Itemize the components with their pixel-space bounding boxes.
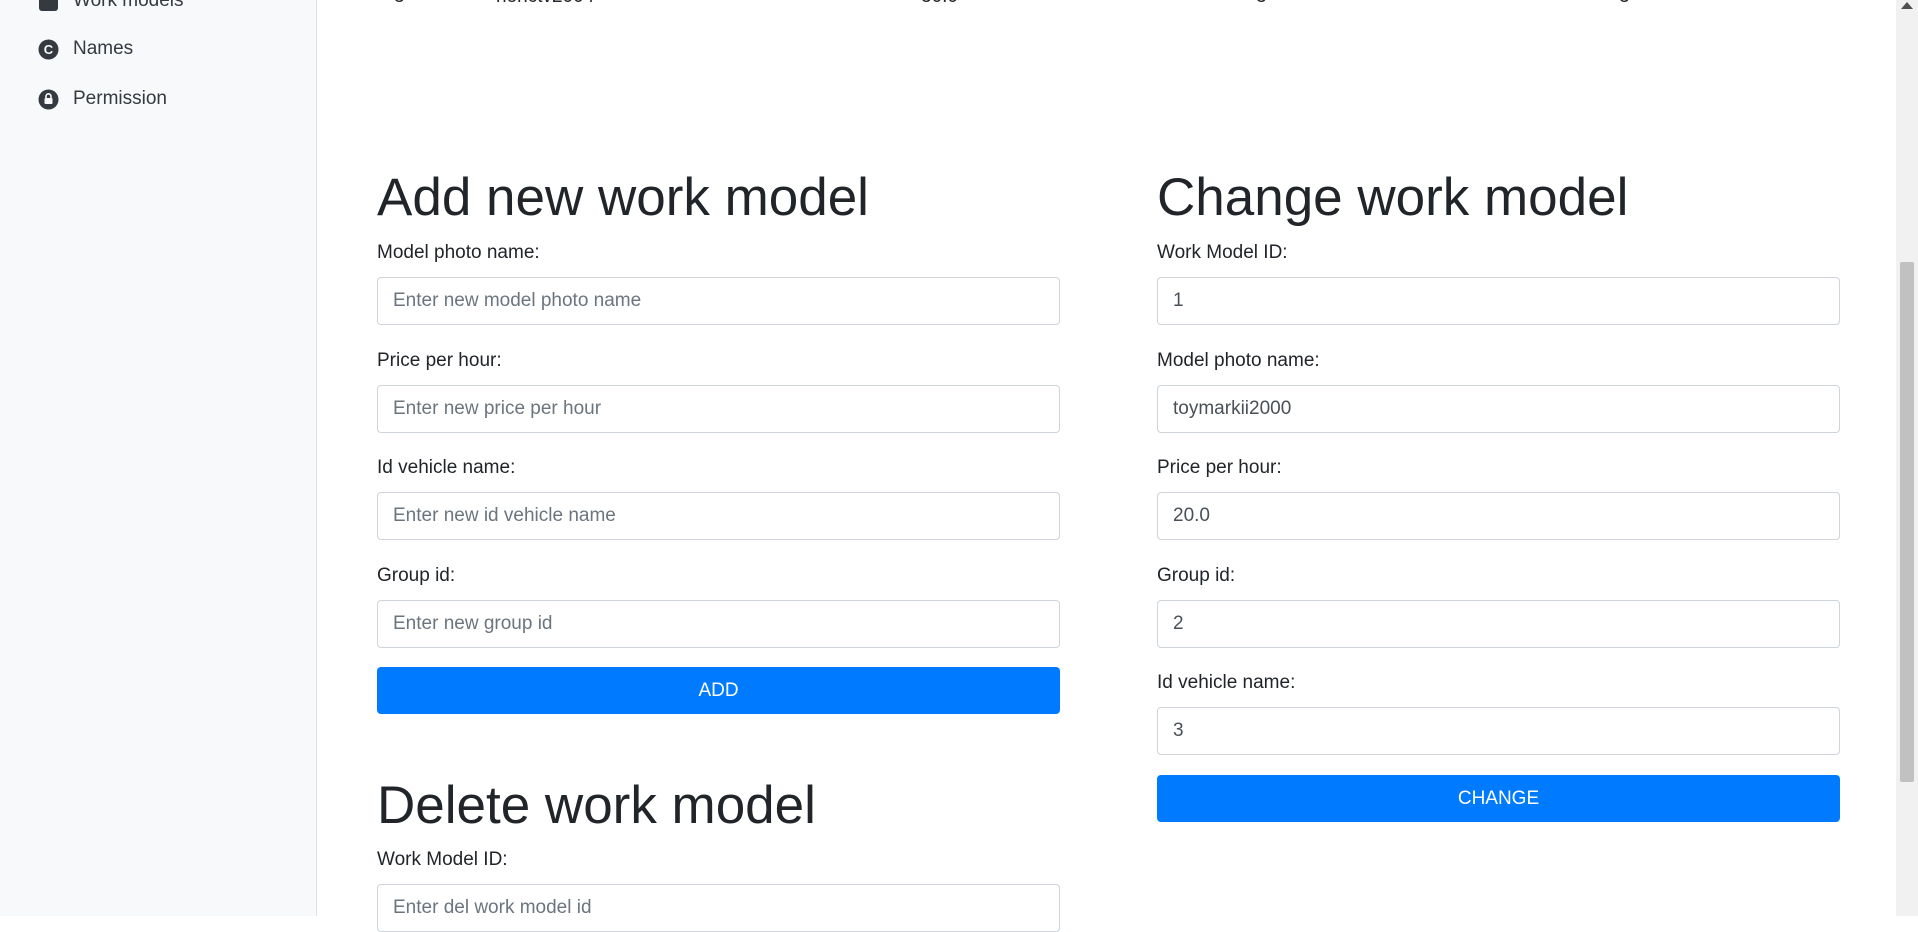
model-photo-name-label: Model photo name: — [377, 242, 540, 263]
change-form-title: Change work model — [1157, 168, 1629, 227]
change-price-per-hour-input[interactable] — [1157, 492, 1840, 540]
add-model-photo-name-input[interactable] — [377, 277, 1060, 325]
sidebar-item-work-models[interactable]: Work models — [38, 0, 184, 16]
group-id-label: Group id: — [377, 565, 456, 586]
work-models-icon — [38, 0, 59, 12]
sidebar-item-label: Permission — [73, 88, 167, 109]
sidebar-item-names[interactable]: C Names — [38, 34, 133, 64]
add-button[interactable]: ADD — [377, 667, 1060, 714]
vertical-scrollbar[interactable] — [1896, 0, 1918, 916]
add-id-vehicle-name-input[interactable] — [377, 492, 1060, 540]
work-model-id-label: Work Model ID: — [1157, 242, 1288, 263]
group-id-label: Group id: — [1157, 565, 1236, 586]
price-per-hour-label: Price per hour: — [1157, 457, 1282, 478]
lock-circle-icon — [38, 89, 59, 110]
change-work-model-id-input[interactable] — [1157, 277, 1840, 325]
sidebar-item-permission[interactable]: Permission — [38, 84, 167, 114]
scroll-up-arrow-icon[interactable] — [1901, 2, 1913, 9]
delete-work-model-id-input[interactable] — [377, 884, 1060, 932]
add-group-id-input[interactable] — [377, 600, 1060, 648]
change-group-id-input[interactable] — [1157, 600, 1840, 648]
add-price-per-hour-input[interactable] — [377, 385, 1060, 433]
change-model-photo-name-input[interactable] — [1157, 385, 1840, 433]
change-id-vehicle-name-input[interactable] — [1157, 707, 1840, 755]
sidebar-item-label: Work models — [73, 0, 184, 11]
scrollbar-thumb[interactable] — [1900, 262, 1914, 782]
price-per-hour-label: Price per hour: — [377, 350, 502, 371]
sidebar-item-label: Names — [73, 38, 134, 59]
id-vehicle-name-label: Id vehicle name: — [1157, 672, 1296, 693]
delete-form-title: Delete work model — [377, 776, 816, 835]
main-content: Add new work model Model photo name: Pri… — [316, 0, 1896, 932]
c-circle-icon: C — [38, 39, 59, 60]
add-form-title: Add new work model — [377, 168, 869, 227]
sidebar: Work models C Names Permission — [0, 0, 317, 916]
id-vehicle-name-label: Id vehicle name: — [377, 457, 516, 478]
change-button[interactable]: CHANGE — [1157, 775, 1840, 822]
svg-text:C: C — [44, 42, 54, 57]
work-model-id-label: Work Model ID: — [377, 849, 508, 870]
model-photo-name-label: Model photo name: — [1157, 350, 1320, 371]
